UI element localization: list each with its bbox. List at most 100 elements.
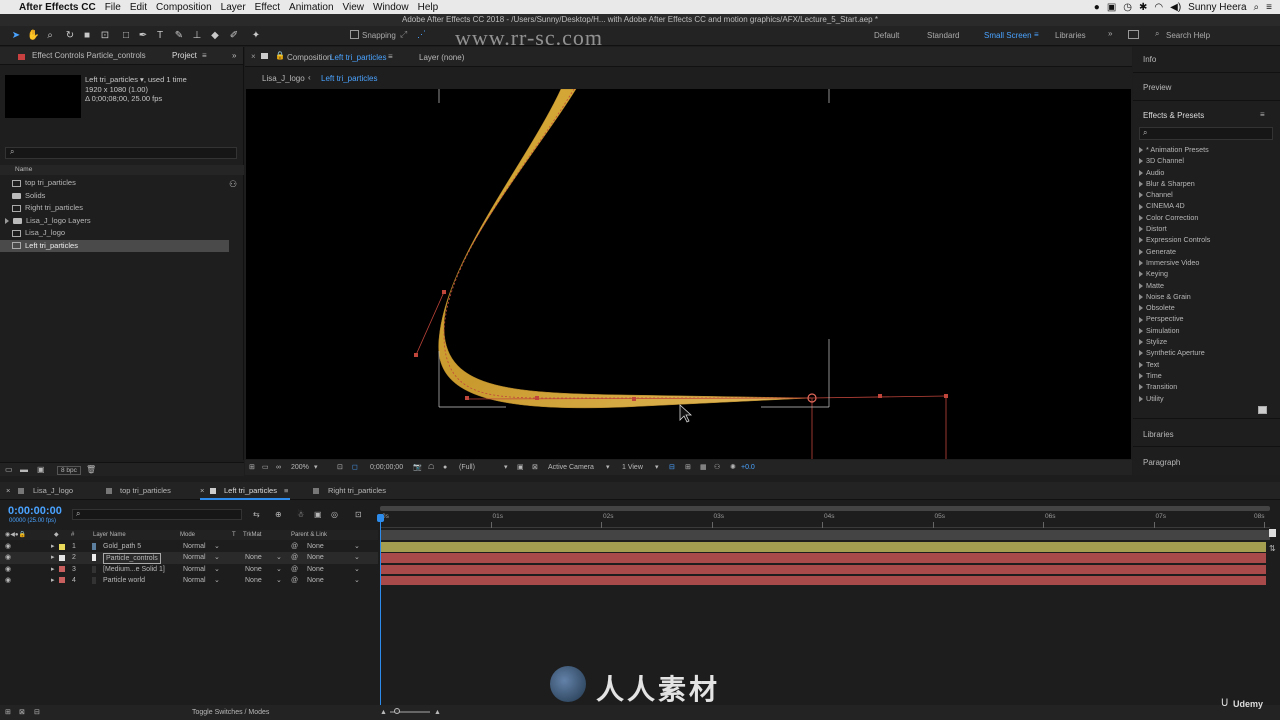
pan-behind-tool-icon[interactable]: ⊡ — [99, 29, 111, 42]
menu-effect[interactable]: Effect — [255, 2, 280, 13]
eye-icon[interactable]: ◉ — [5, 564, 11, 575]
column-layer-name[interactable]: Layer Name — [93, 530, 126, 540]
expand-triangle-icon[interactable] — [1139, 271, 1143, 278]
search-help-input[interactable]: Search Help — [1166, 31, 1210, 40]
composition-viewer[interactable] — [246, 89, 1131, 459]
layer-trkmat[interactable]: None — [245, 575, 262, 586]
effects-menu-icon[interactable]: ≡ — [1260, 110, 1265, 119]
pen-tool-icon[interactable]: ✒ — [137, 29, 149, 42]
rectangle-tool-icon[interactable]: □ — [120, 29, 132, 42]
expand-triangle-icon[interactable]: ▸ — [51, 564, 55, 575]
parent-chevron-icon[interactable]: ⌄ — [354, 541, 360, 552]
project-item-right-tri[interactable]: Right tri_particles — [0, 202, 244, 215]
layer-mode[interactable]: Normal — [183, 552, 206, 563]
camera-icon[interactable]: ▣ — [1107, 2, 1116, 13]
playhead-handle[interactable] — [377, 514, 384, 522]
layer-mode[interactable]: Normal — [183, 564, 206, 575]
expand-triangle-icon[interactable] — [1139, 248, 1143, 255]
effect-category[interactable]: Simulation — [1136, 325, 1276, 336]
volume-icon[interactable]: ◀) — [1170, 2, 1181, 13]
wifi-icon[interactable]: ◠ — [1154, 2, 1163, 13]
menu-layer[interactable]: Layer — [221, 2, 246, 13]
paragraph-panel-tab[interactable]: Paragraph — [1143, 458, 1180, 467]
libraries-panel-tab[interactable]: Libraries — [1143, 430, 1174, 439]
zoom-chevron-icon[interactable]: ▾ — [314, 460, 318, 475]
project-folder-logo-layers[interactable]: Lisa_J_logo Layers — [0, 215, 244, 228]
trkmat-chevron-icon[interactable]: ⌄ — [276, 564, 282, 575]
expand-triangle-icon[interactable] — [1139, 293, 1143, 300]
pixel-aspect-icon[interactable]: ⊟ — [669, 460, 675, 475]
expand-triangle-icon[interactable] — [1139, 203, 1143, 210]
effect-category[interactable]: Distort — [1136, 223, 1276, 234]
layer-row[interactable]: ◉ ▸ 2 Particle_controls Normal ⌄ None ⌄ @ None ⌄ — [0, 552, 378, 565]
label-color-swatch[interactable] — [59, 577, 65, 584]
zoom-in-icon[interactable]: ▲ — [434, 705, 441, 720]
layer-name[interactable]: [Medium...e Solid 1] — [103, 564, 165, 575]
close-tab-icon[interactable]: × — [251, 52, 256, 61]
project-item-top-tri[interactable]: top tri_particles — [0, 177, 244, 190]
layer-parent[interactable]: None — [307, 575, 324, 586]
workspace-default[interactable]: Default — [874, 31, 899, 40]
in-out-icon[interactable]: ⊟ — [34, 705, 40, 720]
expand-triangle-icon[interactable] — [1139, 214, 1143, 221]
sync-settings-icon[interactable] — [1128, 30, 1139, 39]
expand-triangle-icon[interactable] — [1139, 305, 1143, 312]
timeline-tab-lisa-logo[interactable]: Lisa_J_logo — [33, 482, 73, 500]
exposure-icon[interactable]: ✺ — [730, 460, 736, 475]
effect-category[interactable]: Expression Controls — [1136, 234, 1276, 245]
exposure-value[interactable]: +0.0 — [741, 460, 755, 475]
bezier-point[interactable] — [944, 394, 948, 398]
color-channel-icon[interactable]: ● — [443, 460, 447, 475]
search-icon[interactable]: ⌕ — [1254, 2, 1260, 13]
timeline-timecode[interactable]: 0:00:00:00 — [8, 505, 62, 517]
menu-animation[interactable]: Animation — [289, 2, 333, 13]
layer-parent[interactable]: None — [307, 552, 324, 563]
motion-path[interactable] — [443, 89, 812, 399]
expand-triangle-icon[interactable] — [1139, 282, 1143, 289]
trash-icon[interactable]: 🗑 — [86, 465, 96, 474]
effect-category[interactable]: Obsolete — [1136, 302, 1276, 313]
expand-triangle-icon[interactable] — [1139, 373, 1143, 380]
camera-tool-icon[interactable]: ■ — [81, 29, 93, 42]
layer-switches-icon[interactable]: ⊞ — [5, 705, 11, 720]
expand-triangle-icon[interactable] — [1139, 339, 1143, 346]
gold-path-stroke[interactable] — [438, 89, 812, 409]
effect-category[interactable]: Immersive Video — [1136, 257, 1276, 268]
expand-triangle-icon[interactable] — [1139, 147, 1143, 154]
roi-icon[interactable]: ▣ — [517, 460, 524, 475]
eraser-tool-icon[interactable]: ◆ — [209, 29, 221, 42]
zoom-out-icon[interactable]: ▲ — [380, 705, 387, 720]
expand-triangle-icon[interactable] — [1139, 350, 1143, 357]
layer-trkmat[interactable]: None — [245, 552, 262, 563]
frame-blending-icon[interactable]: ▣ — [314, 510, 322, 519]
pick-whip-icon[interactable]: @ — [291, 564, 298, 575]
trkmat-chevron-icon[interactable]: ⌄ — [276, 575, 282, 586]
effect-category[interactable]: 3D Channel — [1136, 155, 1276, 166]
expand-triangle-icon[interactable]: ▸ — [51, 541, 55, 552]
work-area-bar[interactable] — [380, 506, 1270, 511]
new-preset-icon[interactable] — [1258, 406, 1267, 414]
menu-composition[interactable]: Composition — [156, 2, 212, 13]
flowchart-icon[interactable]: ⚇ — [229, 179, 237, 190]
column-mode[interactable]: Mode — [180, 530, 195, 540]
more-workspaces-icon[interactable]: » — [1108, 29, 1112, 38]
name-column-header[interactable]: Name — [15, 166, 32, 173]
label-color-swatch[interactable] — [59, 566, 65, 573]
brush-tool-icon[interactable]: ✎ — [173, 29, 185, 42]
preview-panel-tab[interactable]: Preview — [1143, 83, 1171, 92]
layer-duration-bar[interactable] — [380, 553, 1266, 563]
resolution-dropdown[interactable]: (Full) — [459, 460, 475, 475]
timeline-tab-right-tri[interactable]: Right tri_particles — [328, 482, 386, 500]
pick-whip-icon[interactable]: @ — [291, 541, 298, 552]
expand-triangle-icon[interactable] — [1139, 395, 1143, 402]
expand-triangle-icon[interactable]: ▸ — [51, 575, 55, 586]
bezier-point[interactable] — [535, 396, 539, 400]
timeline-icon[interactable]: ▦ — [700, 460, 707, 475]
always-preview-icon[interactable]: ⊞ — [249, 460, 255, 475]
transparency-grid-icon[interactable]: ⊠ — [532, 460, 538, 475]
layer-trkmat[interactable]: None — [245, 564, 262, 575]
type-tool-icon[interactable]: T — [154, 29, 166, 42]
timer-icon[interactable]: ◷ — [1123, 2, 1132, 13]
label-icon[interactable]: ◆ — [54, 530, 59, 540]
status-icon[interactable]: ● — [1094, 2, 1100, 13]
